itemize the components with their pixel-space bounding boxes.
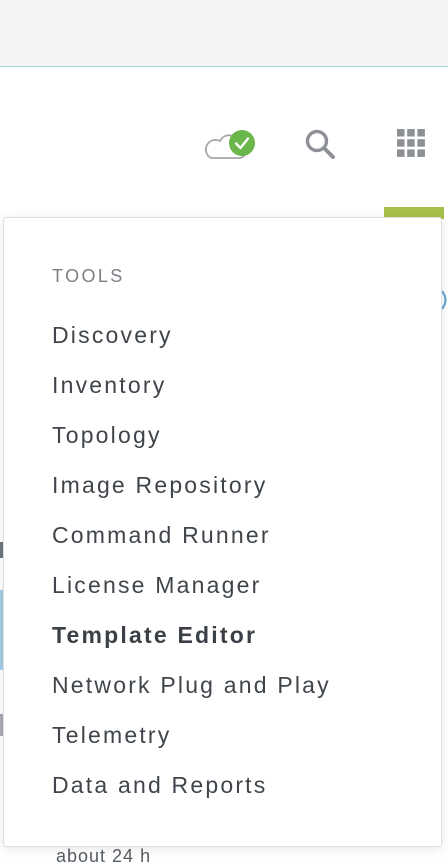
- menu-item-telemetry[interactable]: Telemetry: [52, 717, 432, 767]
- tools-menu-list: Discovery Inventory Topology Image Repos…: [52, 317, 432, 817]
- cloud-status-button[interactable]: [204, 128, 257, 162]
- menu-item-image-repository[interactable]: Image Repository: [52, 467, 432, 517]
- cloud-check-icon: [204, 130, 255, 159]
- search-button[interactable]: [302, 126, 338, 162]
- menu-item-data-and-reports[interactable]: Data and Reports: [52, 767, 432, 817]
- menu-item-topology[interactable]: Topology: [52, 417, 432, 467]
- menu-item-license-manager[interactable]: License Manager: [52, 567, 432, 617]
- top-strip: [0, 0, 448, 67]
- menu-item-discovery[interactable]: Discovery: [52, 317, 432, 367]
- menu-item-command-runner[interactable]: Command Runner: [52, 517, 432, 567]
- menu-item-inventory[interactable]: Inventory: [52, 367, 432, 417]
- menu-item-template-editor[interactable]: Template Editor: [52, 617, 432, 667]
- grid-menu-icon: [397, 129, 425, 157]
- apps-grid-button[interactable]: [395, 127, 427, 159]
- background-chevron-fragment: [441, 290, 447, 310]
- tools-menu: TOOLS Discovery Inventory Topology Image…: [3, 217, 442, 847]
- menu-item-network-plug-and-play[interactable]: Network Plug and Play: [52, 667, 432, 717]
- search-icon: [305, 129, 335, 159]
- menu-section-heading: TOOLS: [52, 266, 125, 286]
- background-text: about 24 h: [56, 846, 152, 866]
